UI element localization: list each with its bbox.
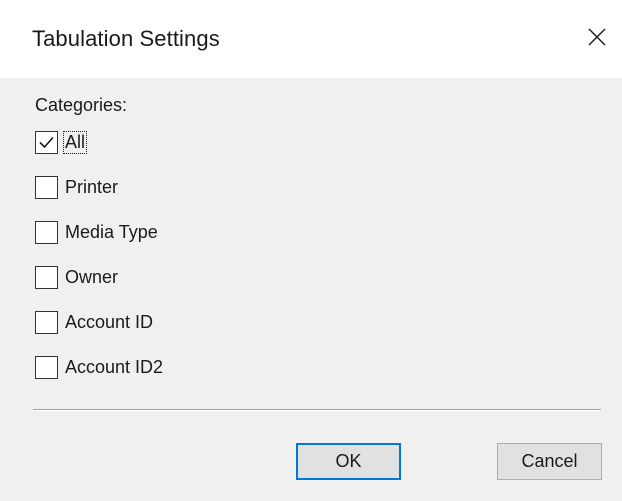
checkbox-box[interactable] (35, 175, 58, 199)
checkbox-label: Account ID (65, 311, 154, 332)
checkbox-owner[interactable]: Owner (35, 264, 119, 290)
close-icon (588, 28, 606, 46)
checkbox-label: Account ID2 (65, 356, 164, 377)
checkbox-box[interactable] (35, 310, 58, 334)
tabulation-settings-dialog: Tabulation Settings Categories: All Prin… (0, 0, 622, 501)
checkbox-box[interactable] (35, 265, 58, 289)
checkbox-box[interactable] (35, 130, 58, 154)
checkbox-label: Media Type (65, 221, 158, 242)
checkbox-printer[interactable]: Printer (35, 174, 119, 200)
dialog-content: Categories: All Printer Media Type Owner… (0, 78, 622, 501)
checkbox-label: Owner (65, 266, 119, 287)
categories-label: Categories: (35, 95, 128, 115)
checkbox-box[interactable] (35, 355, 58, 379)
ok-button[interactable]: OK (296, 443, 401, 480)
checkbox-all[interactable]: All (35, 129, 88, 155)
checkbox-account-id[interactable]: Account ID (35, 309, 154, 335)
checkbox-label: All (62, 130, 88, 154)
checkbox-account-id2[interactable]: Account ID2 (35, 354, 164, 380)
close-button[interactable] (572, 12, 622, 62)
dialog-title: Tabulation Settings (32, 26, 220, 51)
checkbox-label: Printer (65, 176, 119, 197)
separator (33, 409, 601, 411)
title-bar: Tabulation Settings (0, 0, 622, 78)
checkbox-media-type[interactable]: Media Type (35, 219, 159, 245)
checkbox-box[interactable] (35, 220, 58, 244)
checkmark-icon (39, 136, 54, 148)
cancel-button[interactable]: Cancel (497, 443, 602, 480)
